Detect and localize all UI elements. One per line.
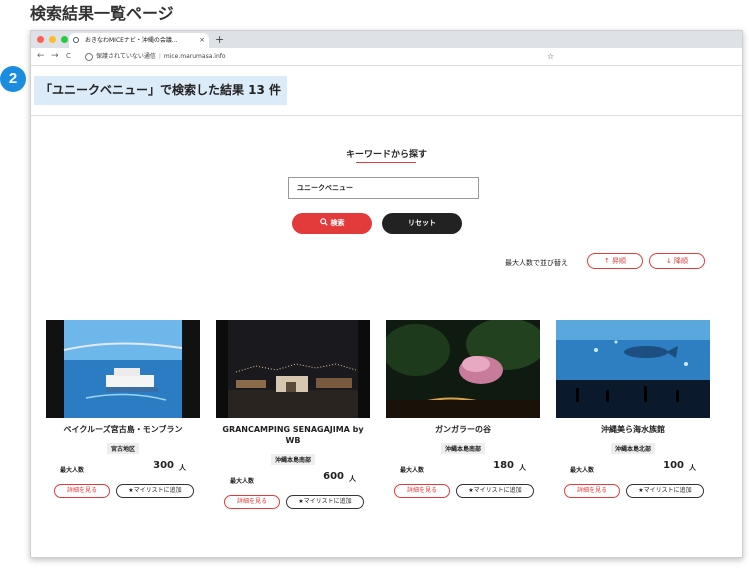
browser-tab[interactable]: おきなわMICEナビ・沖縄の会議... ×: [69, 33, 209, 48]
detail-button[interactable]: 詳細を見る: [54, 484, 110, 498]
forward-arrow-icon[interactable]: →: [51, 48, 59, 65]
capacity-label: 最大人数: [570, 467, 595, 474]
capacity-row: 最大人数 180 人: [386, 459, 540, 479]
browser-tab-bar: おきなわMICEナビ・沖縄の会議... × +: [31, 31, 742, 48]
venue-card: 沖縄美ら海水族館 沖縄本島北部 最大人数 100 人 詳細を見る ★マイリストに…: [556, 320, 710, 500]
minimize-window-button[interactable]: [49, 36, 56, 43]
capacity-row: 最大人数 600 人: [216, 470, 370, 490]
sort-ascending-button[interactable]: ↑ 昇順: [587, 253, 643, 269]
browser-window: おきなわMICEナビ・沖縄の会議... × + ← → C 保護されていない通信…: [30, 30, 743, 558]
capacity-unit: 人: [349, 475, 356, 483]
sort-label: 最大人数で並び替え: [505, 259, 568, 267]
region-badge: 沖縄本島南部: [270, 454, 315, 465]
venue-title: ベイクルーズ宮古島・モンブラン: [63, 425, 183, 434]
tab-title: おきなわMICEナビ・沖縄の会議...: [85, 37, 178, 44]
capacity-value: 100: [663, 460, 684, 471]
search-icon: [319, 218, 328, 226]
back-arrow-icon[interactable]: ←: [37, 48, 45, 65]
region-badge: 沖縄本島北部: [610, 443, 655, 454]
add-to-mylist-button[interactable]: ★マイリストに追加: [456, 484, 534, 498]
capacity-row: 最大人数 100 人: [556, 459, 710, 479]
venue-card: ベイクルーズ宮古島・モンブラン 宮古地区 最大人数 300 人 詳細を見る ★マ…: [46, 320, 200, 500]
venue-title: 沖縄美ら海水族館: [601, 425, 665, 434]
arrow-down-icon: ↓: [665, 257, 672, 265]
capacity-label: 最大人数: [400, 467, 425, 474]
arrow-up-icon: ↑: [603, 257, 610, 265]
search-button[interactable]: 検索: [292, 213, 372, 234]
venue-image-aquarium[interactable]: [556, 320, 710, 418]
capacity-value: 180: [493, 460, 514, 471]
detail-button[interactable]: 詳細を見る: [394, 484, 450, 498]
aquarium-photo: [556, 320, 710, 418]
search-section-title: キーワードから探す: [345, 150, 427, 160]
address-separator: |: [158, 53, 161, 60]
capacity-label: 最大人数: [60, 467, 85, 474]
reload-icon[interactable]: C: [66, 48, 71, 65]
step-number-badge: 2: [0, 66, 26, 92]
close-window-button[interactable]: [37, 36, 44, 43]
result-banner: 「ユニークベニュー」で検索した結果 13 件: [31, 67, 742, 116]
keyword-search-input[interactable]: ユニークベニュー: [288, 177, 479, 199]
region-badge: 宮古地区: [106, 443, 139, 454]
venue-title: ガンガラーの谷: [435, 425, 491, 434]
page-heading: 検索結果一覧ページ: [30, 4, 174, 23]
venue-card: ガンガラーの谷 沖縄本島南部 最大人数 180 人 詳細を見る ★マイリストに追…: [386, 320, 540, 500]
add-to-mylist-button[interactable]: ★マイリストに追加: [626, 484, 704, 498]
glamping-night-photo: [216, 320, 370, 418]
bookmark-star-icon[interactable]: ☆: [547, 48, 554, 65]
region-badge: 沖縄本島南部: [440, 443, 485, 454]
capacity-label: 最大人数: [230, 478, 255, 485]
search-button-label: 検索: [330, 219, 345, 227]
capacity-unit: 人: [689, 464, 696, 472]
cruise-ship-photo: [46, 320, 200, 418]
url-text: mice.marumasa.info: [163, 53, 226, 60]
globe-icon: [73, 37, 79, 43]
add-to-mylist-button[interactable]: ★マイリストに追加: [286, 495, 364, 509]
window-controls: [37, 36, 68, 43]
tab-close-icon[interactable]: ×: [199, 33, 205, 48]
maximize-window-button[interactable]: [61, 36, 68, 43]
reset-button[interactable]: リセット: [382, 213, 462, 234]
capacity-unit: 人: [519, 464, 526, 472]
capacity-value: 300: [153, 460, 174, 471]
address-bar-row: ← → C 保護されていない通信 | mice.marumasa.info ☆: [31, 48, 742, 66]
detail-button[interactable]: 詳細を見る: [564, 484, 620, 498]
security-label: 保護されていない通信: [96, 53, 156, 60]
capacity-value: 600: [323, 471, 344, 482]
cave-valley-photo: [386, 320, 540, 418]
venue-image-glamping[interactable]: [216, 320, 370, 418]
sort-descending-button[interactable]: ↓ 降順: [649, 253, 705, 269]
address-bar[interactable]: 保護されていない通信 | mice.marumasa.info: [85, 50, 552, 63]
venue-image-cruise-ship[interactable]: [46, 320, 200, 418]
info-icon[interactable]: [85, 52, 93, 61]
venue-title: GRANCAMPING SENAGAJIMA by WB: [222, 425, 364, 445]
new-tab-button[interactable]: +: [215, 31, 224, 48]
venue-image-gangala-valley[interactable]: [386, 320, 540, 418]
title-underline: [356, 162, 416, 163]
sort-asc-label: 昇順: [612, 257, 627, 265]
capacity-unit: 人: [179, 464, 186, 472]
sort-desc-label: 降順: [674, 257, 689, 265]
venue-card: GRANCAMPING SENAGAJIMA by WB 沖縄本島南部 最大人数…: [216, 320, 370, 511]
detail-button[interactable]: 詳細を見る: [224, 495, 280, 509]
add-to-mylist-button[interactable]: ★マイリストに追加: [116, 484, 194, 498]
result-summary: 「ユニークベニュー」で検索した結果 13 件: [34, 76, 288, 105]
capacity-row: 最大人数 300 人: [46, 459, 200, 479]
